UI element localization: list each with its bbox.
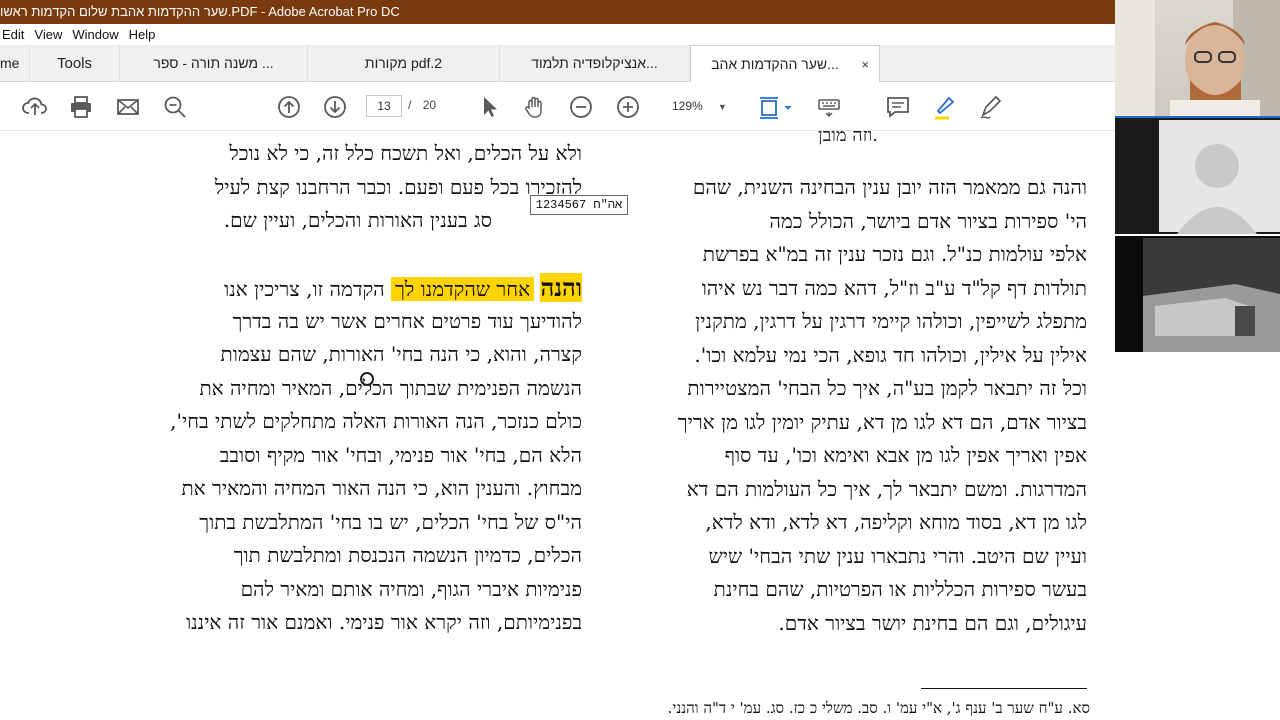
text-line: עיגולים, וגם הם בחינת יושר בציור אדם. [778,610,1087,635]
chevron-down-icon: ▼ [718,102,727,112]
print-icon[interactable] [68,94,94,120]
sign-icon[interactable] [978,94,1004,120]
tab-shaar-hahakdamot-label: שער ההקדמות אהב... [711,56,839,72]
hand-icon[interactable] [522,94,548,120]
text-line: להודיעך עוד פרטים אחרים אשר יש בה בדרך [232,308,582,333]
text-line: הי' ספירות בציור אדם ביושר, הכולל כמה [769,208,1087,233]
zoom-level-value: 129% [672,99,703,113]
text-line: והנה גם ממאמר הזה יובן ענין הבחינה השנית… [692,175,1087,199]
window-title: שער ההקדמות אהבת שלום הקדמות ראשו.PDF - … [0,4,400,19]
highlighted-keyword: והנה [540,273,582,302]
toolbar [0,82,1115,131]
select-arrow-icon[interactable] [476,94,502,120]
text-line: להזכירו בכל פעם ופעם. וכבר הרחבנו קצת לע… [214,174,582,199]
text-line: בעשר ספירות הכלליות או הפרטיות, שהם בחינ… [713,577,1087,601]
document-view[interactable]: וזה מובן. ולא על הכלים, ואל תשכח כלל זה,… [0,131,1115,720]
text-line: אילין על אילין, וכולהו חד גופא, הכי נמי … [694,342,1087,367]
video-tile-participant[interactable] [1115,118,1280,234]
highlighted-phrase-text: אחר שהקדמנו לך [395,277,531,301]
text-line: הנשמה הפנימית שבתוך הכלים, המאיר ומחיה א… [199,375,582,400]
highlighted-text-line: והנה אחר שהקדמנו לך הקדמה זו, צריכין אנו [120,271,582,305]
text-line: הי"ס של בחי' הכלים, יש בו בחי' המתלבשת ב… [199,509,582,534]
text-line: אפין ואריך אפין לגו מן אבא ואימא וכו', ע… [724,443,1087,467]
text-line: ולא על הכלים, ואל תשכח כלל זה, כי לא נוכ… [229,141,582,165]
keyboard-icon[interactable] [816,94,842,120]
tab-home[interactable]: me [0,45,30,82]
text-line: וכל זה יתבאר לקמן בע"ה, איך כל הבחי' המצ… [687,376,1087,400]
text-line: סג בענין האורות והכלים, ועיין שם. [223,208,492,232]
menu-bar: Edit View Window Help [0,24,1115,45]
zoom-search-icon[interactable] [162,94,188,120]
menu-view[interactable]: View [31,24,69,45]
text-line-tail: הקדמה זו, צריכין אנו [224,277,385,301]
mail-icon[interactable] [115,94,141,120]
page-separator: / [408,98,412,112]
text-line: הכלים, כדמיון הנשמה הנכנסת ומתלבשת תוך [233,543,582,567]
footnotes: סא. ע"ח שער ב' ענף ג', א"י עמ' ו. סב. מש… [667,699,1090,717]
footnote-divider [921,688,1087,689]
comment-icon[interactable] [885,94,911,120]
right-text-column: והנה גם ממאמר הזה יובן ענין הבחינה השנית… [627,171,1087,640]
tab-close-icon[interactable]: × [861,46,869,83]
text-line: ועיין שם היטב. והרי נתבארו ענין שתי הבחי… [708,543,1087,568]
text-line: הלא הם, בחי' אור פנימי, ובחי' אור מקיף ו… [219,442,582,467]
text-line: בציור אדם, הם דא לגו מן דא, עתיק יומין ל… [677,409,1087,434]
zoom-level-dropdown[interactable]: 129% ▼ [660,95,736,117]
tab-mekorot[interactable]: מקורות pdf.2 [308,45,500,82]
text-line: לגו מן דא, בסוד מוחא וקליפה, דא לדא, ודא… [705,510,1087,534]
text-line: קצרה, והוא, כי הנה בחי' האורות, שהם עצמו… [220,342,582,366]
page-down-icon[interactable] [322,94,348,120]
window-title-bar: שער ההקדמות אהבת שלום הקדמות ראשו.PDF - … [0,0,1115,24]
video-tile-room[interactable] [1115,236,1280,352]
menu-help[interactable]: Help [126,24,163,45]
zoom-in-icon[interactable] [615,94,641,120]
video-tile-speaker[interactable] [1115,0,1280,116]
tab-encyclopedia[interactable]: אנציקלופדיה תלמוד... [500,45,690,82]
text-line: מתפלג לשייפין, וכולהו קיימי דרגין על דרג… [695,309,1087,333]
text-line: מבחוץ. והענין הוא, כי הנה האור המחיה והמ… [181,476,582,500]
tab-row: me Tools משנה תורה - ספר ... מקורות pdf.… [0,45,1115,83]
fit-page-icon[interactable] [756,94,796,120]
text-line: אלפי עולמות כנ"ל. וגם נזכר ענין זה במ"א … [702,242,1087,266]
upload-icon[interactable] [22,94,48,120]
text-stamp-annotation[interactable]: אה"ח 1234567 [530,195,628,215]
highlighter-icon[interactable] [931,94,957,120]
page-up-icon[interactable] [276,94,302,120]
page-total-value: 20 [422,98,437,112]
left-text-column: ולא על הכלים, ואל תשכח כלל זה, כי לא נוכ… [120,137,582,640]
tab-mishneh-torah[interactable]: משנה תורה - ספר ... [120,45,308,82]
tab-tools[interactable]: Tools [30,45,120,82]
tab-shaar-hahakdamot[interactable]: שער ההקדמות אהב... × [690,45,880,83]
page-number-field[interactable]: 13 [366,95,402,117]
top-text-fragment: וזה מובן. [818,131,878,146]
text-line: בפנימיותם, וזה יקרא אור פנימי. ואמנם אור… [186,610,582,634]
mouse-cursor-icon [360,372,374,386]
menu-edit[interactable]: Edit [0,24,31,45]
menu-window[interactable]: Window [69,24,125,45]
page-total: / 20 [408,98,436,112]
zoom-out-icon[interactable] [568,94,594,120]
text-line: המדרגות. ומשם יתבאר לך, איך כל העולמות ה… [686,476,1087,501]
text-line: כולם כנזכר, הנה האורות האלה מתחלקים לשתי… [170,409,582,433]
acrobat-window: שער ההקדמות אהבת שלום הקדמות ראשו.PDF - … [0,0,1280,720]
highlighted-phrase: אחר שהקדמנו לך [391,277,535,301]
text-line: פנימיות איברי הגוף, ומחיה אותם ומאיר להם [240,576,582,601]
text-line: תולדות דף קל"ד ע"ב וז"ל, דהא כמה דבר נש … [701,275,1087,300]
